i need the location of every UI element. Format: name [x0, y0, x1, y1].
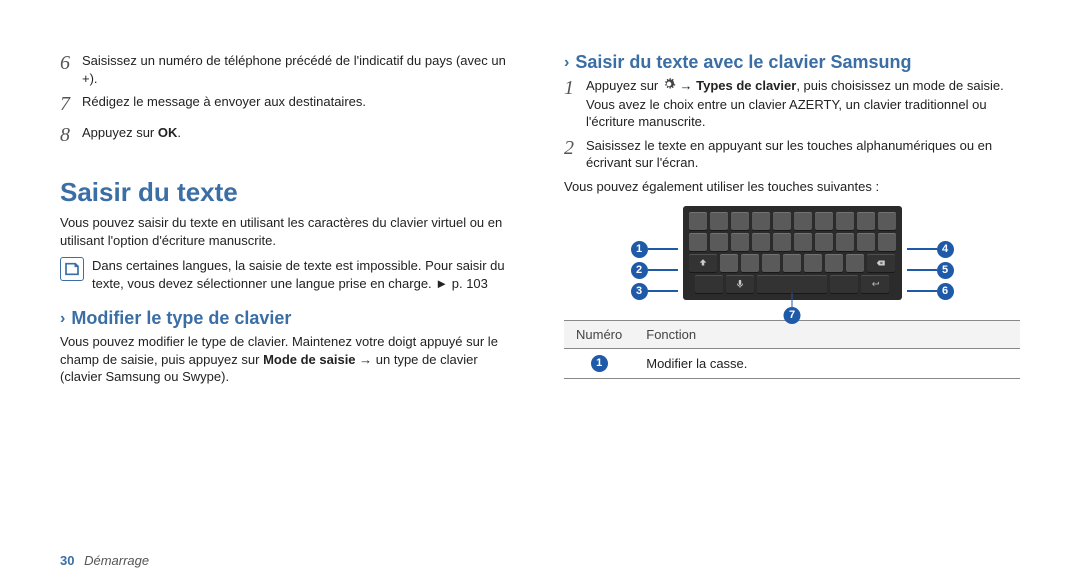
callout-dot: 2 — [631, 262, 648, 279]
text-bold: Types de clavier — [696, 78, 796, 93]
step-number: 7 — [60, 91, 82, 118]
section-title: Saisir du texte — [60, 177, 516, 208]
space-key — [757, 275, 827, 293]
sub-heading-modify-keyboard: › Modifier le type de clavier — [60, 308, 516, 329]
callout-dot: 5 — [937, 262, 954, 279]
table-cell-func: Modifier la casse. — [634, 348, 1020, 378]
sub-heading-samsung-keyboard: › Saisir du texte avec le clavier Samsun… — [564, 52, 1020, 73]
follow-text: Vous pouvez également utiliser les touch… — [564, 178, 1020, 196]
text-post: . — [177, 125, 181, 140]
dot-key — [830, 275, 858, 293]
text-bold: Mode de saisie — [263, 352, 355, 367]
step-number: 1 — [564, 75, 586, 102]
note-text: Dans certaines langues, la saisie de tex… — [92, 257, 516, 292]
callout-dot: 4 — [937, 241, 954, 258]
table-header-num: Numéro — [564, 320, 634, 348]
callout-bottom: 7 — [784, 293, 801, 324]
text-post: , puis choisissez un mode de saisie. — [796, 78, 1003, 93]
step-text: Saisissez le texte en appuyant sur les t… — [586, 137, 1020, 172]
callout-dot: 7 — [784, 307, 801, 324]
mic-key-icon — [726, 275, 754, 293]
callout-dot: 1 — [631, 241, 648, 258]
left-step-list: 6 Saisissez un numéro de téléphone précé… — [60, 52, 516, 149]
chevron-right-icon: › — [60, 310, 65, 328]
sub-heading-label: Saisir du texte avec le clavier Samsung — [575, 52, 911, 73]
step-8: 8 Appuyez sur OK. — [60, 124, 516, 149]
sym-key — [695, 275, 723, 293]
sub1-text: Vous pouvez modifier le type de clavier.… — [60, 333, 516, 386]
callout-dot: 1 — [591, 355, 608, 372]
callout-dot: 6 — [937, 283, 954, 300]
sub-heading-label: Modifier le type de clavier — [71, 308, 291, 329]
step-number: 8 — [60, 122, 82, 149]
table-cell-num: 1 — [564, 348, 634, 378]
callouts-right: 4 5 6 — [907, 206, 954, 300]
right-step-list: 1 Appuyez sur → Types de clavier, puis c… — [564, 77, 1020, 172]
step-number: 6 — [60, 50, 82, 77]
right-column: › Saisir du texte avec le clavier Samsun… — [564, 52, 1020, 556]
text-bold: OK — [158, 125, 178, 140]
table-header-func: Fonction — [634, 320, 1020, 348]
shift-key-icon — [689, 254, 717, 272]
callout-dot: 3 — [631, 283, 648, 300]
page-number: 30 — [60, 553, 74, 568]
backspace-key-icon — [867, 254, 895, 272]
enter-key-icon — [861, 275, 889, 293]
keyboard-diagram: 1 2 3 4 5 6 7 — [564, 206, 1020, 300]
left-column: 6 Saisissez un numéro de téléphone précé… — [60, 52, 516, 556]
step-7: 7 Rédigez le message à envoyer aux desti… — [60, 93, 516, 118]
callouts-left: 1 2 3 — [631, 206, 678, 300]
step-text: Appuyez sur → Types de clavier, puis cho… — [586, 77, 1020, 131]
gear-icon — [662, 77, 676, 96]
step1-note: Vous avez le choix entre un clavier AZER… — [586, 97, 987, 130]
step-2: 2 Saisissez le texte en appuyant sur les… — [564, 137, 1020, 172]
text-pre: Appuyez sur — [586, 78, 662, 93]
text-pre: Appuyez sur — [82, 125, 158, 140]
page-footer: 30 Démarrage — [60, 553, 149, 568]
chevron-right-icon: › — [564, 54, 569, 72]
text-mid: → — [676, 78, 696, 93]
footer-section: Démarrage — [84, 553, 149, 568]
step-text: Appuyez sur OK. — [82, 124, 516, 142]
function-table: Numéro Fonction 1 Modifier la casse. — [564, 320, 1020, 379]
section-intro: Vous pouvez saisir du texte en utilisant… — [60, 214, 516, 249]
note-icon — [60, 257, 84, 281]
keyboard-image: 1 2 3 4 5 6 7 — [683, 206, 902, 300]
step-text: Rédigez le message à envoyer aux destina… — [82, 93, 516, 111]
step-text: Saisissez un numéro de téléphone précédé… — [82, 52, 516, 87]
note-box: Dans certaines langues, la saisie de tex… — [60, 257, 516, 292]
step-1: 1 Appuyez sur → Types de clavier, puis c… — [564, 77, 1020, 131]
step-number: 2 — [564, 135, 586, 162]
table-row: 1 Modifier la casse. — [564, 348, 1020, 378]
step-6: 6 Saisissez un numéro de téléphone précé… — [60, 52, 516, 87]
